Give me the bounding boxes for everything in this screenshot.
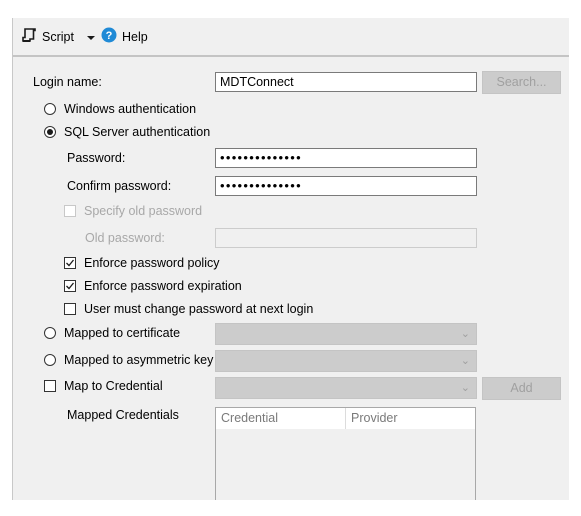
toolbar: Script ? Help <box>13 18 569 54</box>
mapped-certificate-radio[interactable] <box>44 327 56 339</box>
help-icon: ? <box>101 27 117 46</box>
toolbar-separator <box>13 55 569 57</box>
mapped-credentials-label: Mapped Credentials <box>67 408 179 422</box>
certificate-combo[interactable]: ⌄ <box>215 323 477 345</box>
old-password-input[interactable] <box>215 228 477 248</box>
help-button[interactable]: ? Help <box>101 27 148 46</box>
help-label: Help <box>122 29 148 44</box>
radio-selected-dot <box>47 129 53 135</box>
map-credential-checkbox[interactable] <box>44 380 56 392</box>
add-credential-button[interactable]: Add <box>482 377 561 400</box>
enforce-expiration-label: Enforce password expiration <box>84 279 242 293</box>
asym-key-combo[interactable]: ⌄ <box>215 350 477 372</box>
chevron-down-icon: ⌄ <box>460 355 470 367</box>
script-button[interactable]: Script <box>21 27 95 46</box>
chevron-down-icon: ⌄ <box>460 382 470 394</box>
mapped-asym-key-label: Mapped to asymmetric key <box>64 353 214 367</box>
checkmark-icon <box>66 259 75 267</box>
enforce-policy-label: Enforce password policy <box>84 256 220 270</box>
must-change-password-checkbox[interactable] <box>64 303 76 315</box>
script-dropdown-arrow-icon[interactable] <box>86 30 95 44</box>
search-button[interactable]: Search... <box>482 71 561 94</box>
old-password-label: Old password: <box>85 231 165 245</box>
svg-text:?: ? <box>106 30 113 42</box>
mapped-asym-key-radio[interactable] <box>44 354 56 366</box>
sql-auth-radio[interactable] <box>44 126 56 138</box>
checkmark-icon <box>66 282 75 290</box>
chevron-down-icon: ⌄ <box>460 328 470 340</box>
login-name-input[interactable]: MDTConnect <box>215 72 477 92</box>
table-header: Credential Provider <box>216 408 475 429</box>
credential-combo[interactable]: ⌄ <box>215 377 477 399</box>
windows-auth-label: Windows authentication <box>64 102 197 116</box>
must-change-password-label: User must change password at next login <box>84 302 314 316</box>
column-header-credential[interactable]: Credential <box>216 408 346 429</box>
specify-old-password-label: Specify old password <box>84 204 203 218</box>
confirm-password-label: Confirm password: <box>67 179 172 193</box>
mapped-credentials-table[interactable]: Credential Provider <box>215 407 476 500</box>
specify-old-password-checkbox[interactable] <box>64 205 76 217</box>
sql-auth-label: SQL Server authentication <box>64 125 211 139</box>
password-label: Password: <box>67 151 126 165</box>
windows-auth-radio[interactable] <box>44 103 56 115</box>
enforce-expiration-checkbox[interactable] <box>64 280 76 292</box>
script-label: Script <box>42 29 74 44</box>
script-icon <box>21 27 37 46</box>
mapped-certificate-label: Mapped to certificate <box>64 326 181 340</box>
map-credential-label: Map to Credential <box>64 379 163 393</box>
confirm-password-input[interactable]: •••••••••••••• <box>215 176 477 196</box>
enforce-policy-checkbox[interactable] <box>64 257 76 269</box>
login-name-label: Login name: <box>33 75 102 89</box>
password-input[interactable]: •••••••••••••• <box>215 148 477 168</box>
login-general-page: Script ? Help Login name: MDTConnect Sea… <box>12 18 569 500</box>
column-header-provider[interactable]: Provider <box>346 408 475 429</box>
